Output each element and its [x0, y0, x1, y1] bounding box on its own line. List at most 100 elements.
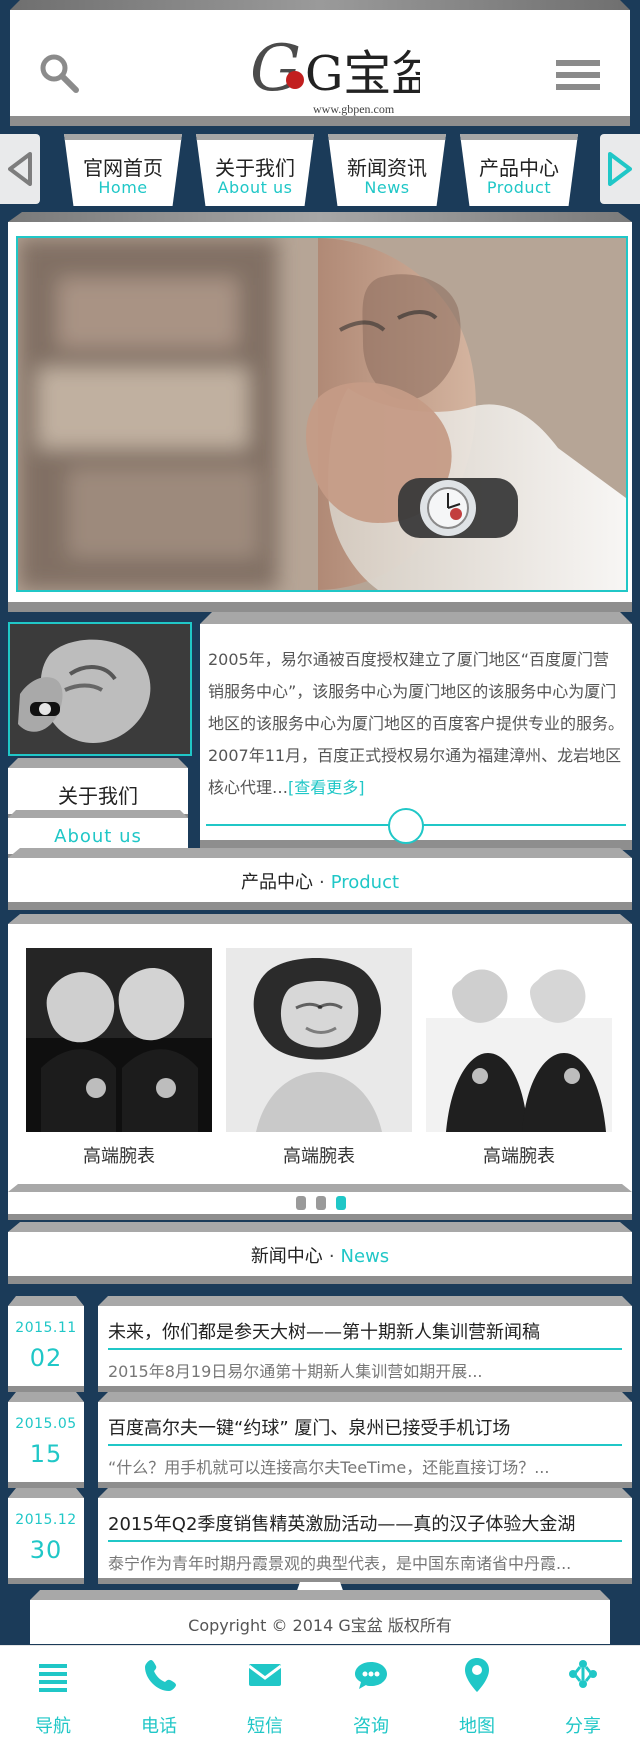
bottom-tab-bar: 导航 电话 短信 咨询 地图 分享: [0, 1646, 640, 1750]
news-divider-3: [108, 1540, 622, 1542]
product-card-3[interactable]: 高端腕表: [426, 948, 612, 1168]
product-card-1[interactable]: 高端腕表: [26, 948, 212, 1168]
news-body-1[interactable]: 未来，你们都是参天大树——第十期新人集训营新闻稿 2015年8月19日易尔通第十…: [98, 1306, 632, 1386]
news-date-day-2: 15: [29, 1440, 63, 1468]
bottom-tab-consult[interactable]: 咨询: [318, 1654, 424, 1746]
news-item-3[interactable]: 2015.12 30 2015年Q2季度销售精英激励活动——真的汉子体验大金湖 …: [8, 1486, 632, 1578]
about-slider-handle[interactable]: [388, 808, 424, 844]
news-date-ym-2: 2015.05: [15, 1416, 77, 1432]
nav-tab-about-zh: 关于我们: [215, 156, 295, 180]
news-divider-1: [108, 1348, 622, 1350]
nav-tab-about[interactable]: 关于我们 About us: [196, 134, 314, 206]
about-text: 2005年，易尔通被百度授权建立了厦门地区“百度厦门营销服务中心”，该服务中心为…: [208, 644, 624, 804]
nav-tab-product-zh: 产品中心: [479, 156, 559, 180]
map-pin-icon: [465, 1658, 489, 1692]
product-image-2[interactable]: [226, 948, 412, 1132]
about-thumbnail[interactable]: [8, 622, 192, 756]
copyright-panel: Copyright © 2014 G宝盆 版权所有: [30, 1600, 610, 1644]
news-date-2: 2015.05 15: [8, 1402, 84, 1482]
news-section-title: 新闻中心 · News: [8, 1232, 632, 1276]
product-label-3: 高端腕表: [483, 1146, 555, 1167]
product-panel: 高端腕表 高端腕表 高端腕表: [8, 924, 632, 1194]
chat-icon: [355, 1662, 387, 1689]
product-pager: [0, 1186, 640, 1216]
news-date-day-1: 02: [29, 1344, 63, 1372]
search-icon[interactable]: [36, 50, 80, 94]
product-image-3[interactable]: [426, 948, 612, 1132]
bottom-tab-share[interactable]: 分享: [530, 1654, 636, 1746]
dot-separator: ·: [328, 1246, 335, 1267]
nav-tab-about-en: About us: [217, 178, 293, 197]
news-date-1: 2015.11 02: [8, 1306, 84, 1386]
bottom-tab-nav[interactable]: 导航: [0, 1654, 106, 1746]
header: G G宝盆 www.gbpen.com: [10, 10, 630, 116]
news-date-day-3: 30: [29, 1536, 63, 1564]
news-title-3[interactable]: 2015年Q2季度销售精英激励活动——真的汉子体验大金湖: [108, 1510, 622, 1536]
product-image-1[interactable]: [26, 948, 212, 1132]
nav-prev-button[interactable]: [0, 134, 40, 204]
bottom-tab-label-consult: 咨询: [353, 1716, 389, 1737]
news-divider-2: [108, 1444, 622, 1446]
news-date-ym-3: 2015.12: [15, 1512, 77, 1528]
svg-text:G: G: [250, 32, 301, 106]
about-card: 2005年，易尔通被百度授权建立了厦门地区“百度厦门营销服务中心”，该服务中心为…: [200, 624, 632, 844]
news-date-3: 2015.12 30: [8, 1498, 84, 1578]
dot-separator: ·: [318, 872, 325, 893]
news-title-zh: 新闻中心: [250, 1246, 323, 1267]
about-subtitle: About us: [54, 826, 142, 847]
news-title-en[interactable]: News: [341, 1246, 390, 1267]
nav-tab-news-en: News: [364, 178, 410, 197]
nav-next-button[interactable]: [600, 134, 640, 204]
mail-icon: [248, 1664, 282, 1686]
product-title-zh: 产品中心: [240, 872, 313, 893]
copyright-text: Copyright © 2014 G宝盆 版权所有: [188, 1616, 452, 1635]
news-body-3[interactable]: 2015年Q2季度销售精英激励活动——真的汉子体验大金湖 泰宁作为青年时期丹霞景…: [98, 1498, 632, 1578]
news-date-ym-1: 2015.11: [15, 1320, 77, 1336]
nav-tab-home-zh: 官网首页: [83, 156, 163, 180]
chevron-right-icon: [608, 152, 632, 186]
product-card-2[interactable]: 高端腕表: [226, 948, 412, 1168]
nav-tab-product-en: Product: [486, 178, 552, 197]
news-title-1[interactable]: 未来，你们都是参天大树——第十期新人集训营新闻稿: [108, 1318, 622, 1344]
nav-tab-product[interactable]: 产品中心 Product: [460, 134, 578, 206]
bottom-tab-label-sms: 短信: [247, 1716, 283, 1737]
pager-dot-2[interactable]: [316, 1196, 326, 1210]
about-left: 关于我们 About us: [8, 622, 192, 854]
bottom-tab-sms[interactable]: 短信: [212, 1654, 318, 1746]
product-title-en[interactable]: Product: [331, 872, 399, 893]
chevron-left-icon: [8, 152, 32, 186]
nav-tab-news-zh: 新闻资讯: [347, 156, 427, 180]
product-section-title: 产品中心 · Product: [8, 858, 632, 902]
news-title-2[interactable]: 百度高尔夫一键“约球” 厦门、泉州已接受手机订场: [108, 1414, 622, 1440]
about-more-link[interactable]: [查看更多]: [288, 778, 365, 797]
product-title-line: 产品中心 · Product: [8, 868, 632, 894]
main-nav: 官网首页 Home 关于我们 About us 新闻资讯 News 产品中心 P…: [0, 134, 640, 212]
about-title: 关于我们: [58, 784, 138, 808]
menu-icon: [39, 1664, 67, 1692]
product-label-1: 高端腕表: [83, 1146, 155, 1167]
bottom-tab-label-share: 分享: [565, 1716, 601, 1737]
logo-zh: G宝盆: [305, 46, 420, 102]
bottom-tab-phone[interactable]: 电话: [106, 1654, 212, 1746]
bottom-tab-label-nav: 导航: [35, 1716, 71, 1737]
news-item-2[interactable]: 2015.05 15 百度高尔夫一键“约球” 厦门、泉州已接受手机订场 “什么？…: [8, 1390, 632, 1482]
logo-url: www.gbpen.com: [313, 102, 395, 116]
news-summary-1: 2015年8月19日易尔通第十期新人集训营如期开展...: [108, 1362, 483, 1381]
nav-tab-home[interactable]: 官网首页 Home: [64, 134, 182, 206]
pager-dot-3[interactable]: [336, 1196, 346, 1210]
news-body-2[interactable]: 百度高尔夫一键“约球” 厦门、泉州已接受手机订场 “什么？用手机就可以连接高尔夫…: [98, 1402, 632, 1482]
hero-image[interactable]: [16, 236, 628, 592]
menu-icon[interactable]: [556, 58, 600, 92]
nav-tab-home-en: Home: [98, 178, 148, 197]
phone-icon: [145, 1660, 176, 1691]
bottom-tab-map[interactable]: 地图: [424, 1654, 530, 1746]
news-summary-2: “什么？用手机就可以连接高尔夫TeeTime，还能直接订场？...: [108, 1458, 550, 1477]
about-title-box[interactable]: 关于我们: [8, 768, 188, 814]
nav-tab-news[interactable]: 新闻资讯 News: [328, 134, 446, 206]
pager-dot-1[interactable]: [296, 1196, 306, 1210]
news-title-line: 新闻中心 · News: [8, 1242, 632, 1268]
bottom-tab-label-map: 地图: [459, 1716, 495, 1737]
news-item-1[interactable]: 2015.11 02 未来，你们都是参天大树——第十期新人集训营新闻稿 2015…: [8, 1294, 632, 1386]
bottom-tab-label-phone: 电话: [141, 1716, 177, 1737]
news-summary-3: 泰宁作为青年时期丹霞景观的典型代表，是中国东南诸省中丹霞...: [108, 1554, 572, 1573]
